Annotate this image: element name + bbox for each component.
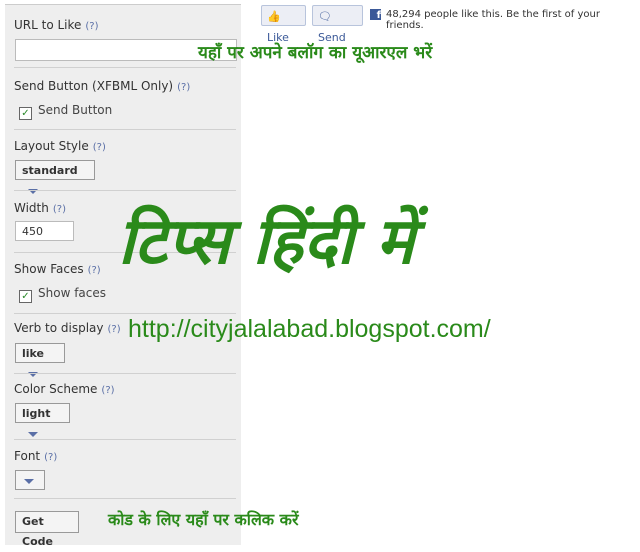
divider [14,313,236,314]
send-label: Send Button (XFBML Only) (?) [14,79,191,93]
chevron-down-icon [24,478,34,484]
get-code-button[interactable]: Get Code [15,511,79,548]
verb-select[interactable]: like [15,343,65,377]
chevron-down-icon [28,431,38,437]
like-button[interactable]: 👍Like [261,5,306,44]
help-link[interactable]: (?) [44,452,57,463]
checkbox-checked-icon[interactable]: ✓ [19,107,32,120]
help-link[interactable]: (?) [93,142,106,153]
help-link[interactable]: (?) [101,385,114,396]
width-label: Width (?) [14,201,66,215]
font-select[interactable] [15,470,45,490]
divider [14,373,236,374]
color-label: Color Scheme (?) [14,382,115,396]
faces-checkbox[interactable]: ✓ Show faces [19,286,106,303]
blog-title: टिप्स हिंदी में [118,205,415,279]
facebook-icon: f [370,9,381,21]
font-label: Font (?) [14,449,58,463]
speech-bubble-icon: 🗨 [318,10,332,23]
help-link[interactable]: (?) [85,21,98,32]
url-hint: यहाँ पर अपने बलॉग का यूआरएल भरें [198,43,433,63]
help-link[interactable]: (?) [177,82,190,93]
thumbs-up-icon: 👍 [267,10,281,23]
width-input[interactable]: 450 [15,221,74,241]
divider [14,498,236,499]
help-link[interactable]: (?) [108,324,121,335]
divider [14,129,236,130]
code-hint: कोड के लिए यहाँ पर कलिक करें [108,510,299,529]
layout-select[interactable]: standard [15,160,95,194]
blog-url[interactable]: http://cityjalalabad.blogspot.com/ [128,315,491,344]
color-select[interactable]: light [15,403,70,437]
send-checkbox[interactable]: ✓ Send Button [19,103,112,120]
divider [14,67,236,68]
like-count-text: 48,294 people like this. Be the first of… [386,9,600,31]
faces-label: Show Faces (?) [14,262,101,276]
layout-label: Layout Style (?) [14,139,106,153]
checkbox-checked-icon[interactable]: ✓ [19,290,32,303]
divider [14,439,236,440]
divider [14,190,236,191]
verb-label: Verb to display (?) [14,321,121,335]
url-label: URL to Like (?) [14,18,99,32]
help-link[interactable]: (?) [53,204,66,215]
send-button[interactable]: 🗨 Send [312,5,363,44]
help-link[interactable]: (?) [88,265,101,276]
